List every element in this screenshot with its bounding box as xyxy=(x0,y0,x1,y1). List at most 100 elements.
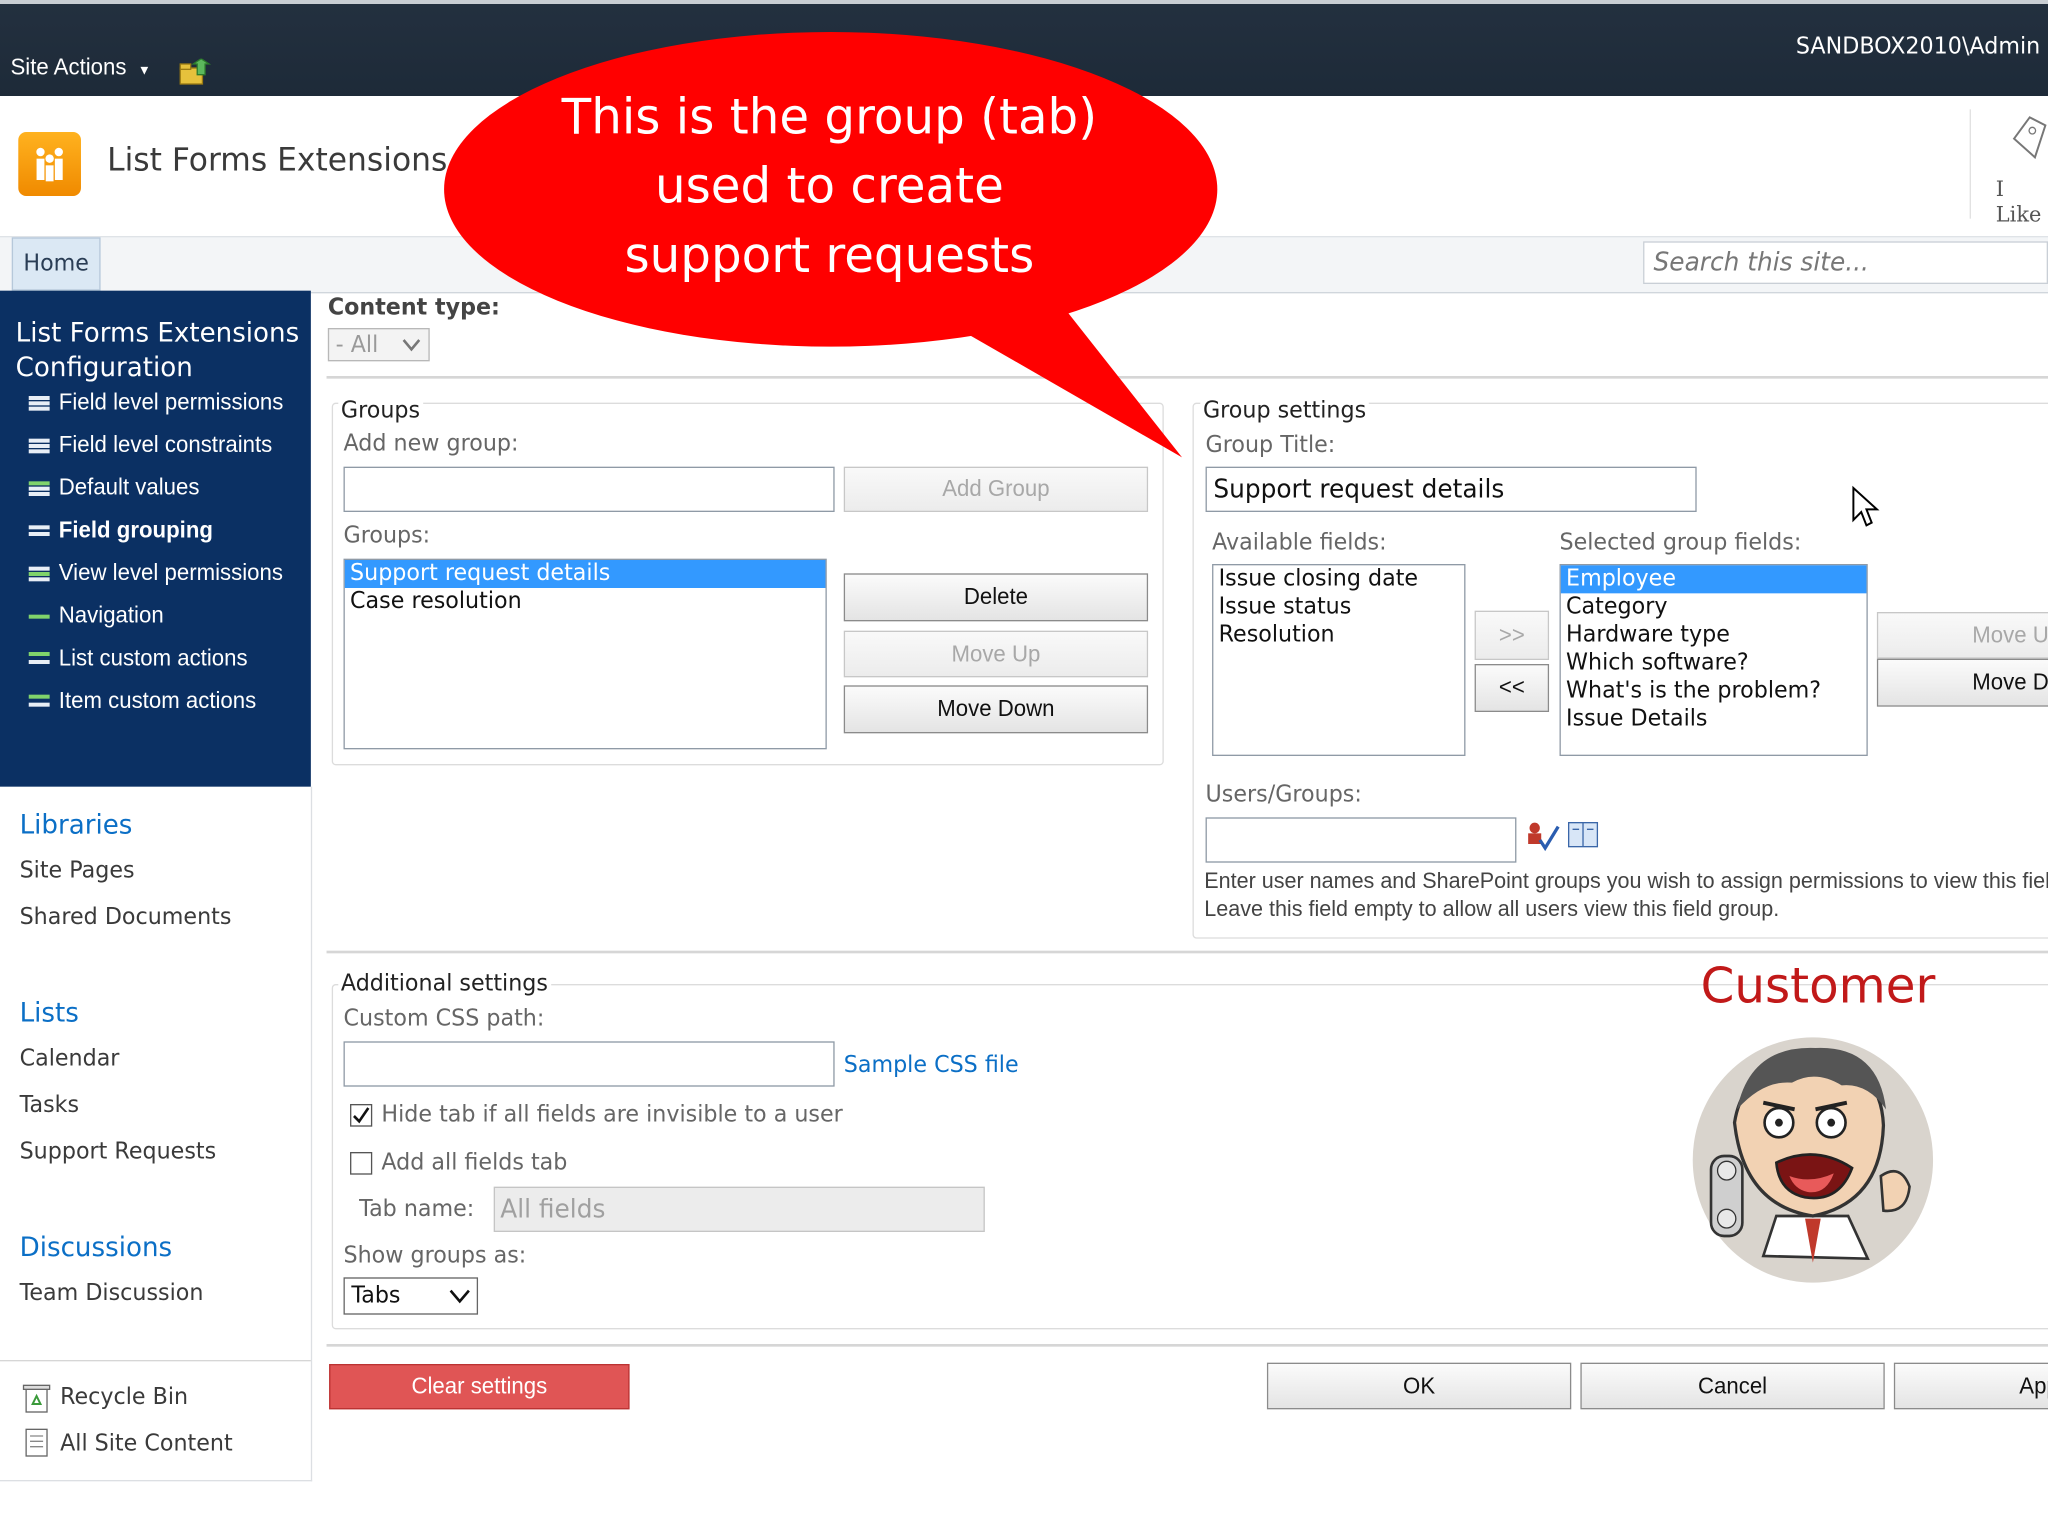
lfe-item-label: View level permissions xyxy=(58,559,283,586)
check-names-icon[interactable] xyxy=(1524,819,1561,854)
available-fields-label: Available fields: xyxy=(1212,529,1387,556)
customer-label: Customer xyxy=(1700,957,1936,1015)
list-item[interactable]: Category xyxy=(1561,593,1867,621)
lfe-item-item-custom-actions[interactable]: Item custom actions xyxy=(26,688,256,715)
ql-item-tasks[interactable]: Tasks xyxy=(20,1092,79,1119)
list-item[interactable]: Issue Details xyxy=(1561,705,1867,733)
selected-fields-listbox[interactable]: Employee Category Hardware type Which so… xyxy=(1559,563,1868,756)
add-all-fields-checkbox[interactable] xyxy=(350,1151,373,1175)
ql-heading-discussions[interactable]: Discussions xyxy=(20,1231,173,1263)
groups-list-label: Groups: xyxy=(343,522,431,550)
lfe-config-title: List Forms Extensions Configuration xyxy=(15,315,300,383)
lfe-item-label: Navigation xyxy=(58,602,164,628)
tag-icon xyxy=(2012,116,2047,160)
show-groups-as-label: Show groups as: xyxy=(343,1242,527,1270)
new-group-input[interactable] xyxy=(343,466,835,512)
cancel-button[interactable]: Cancel xyxy=(1580,1362,1885,1410)
group-title-input[interactable]: Support request details xyxy=(1205,466,1697,512)
lfe-item-default-values[interactable]: Default values xyxy=(26,475,199,502)
grouping-icon xyxy=(26,521,52,540)
ql-item-calendar[interactable]: Calendar xyxy=(20,1045,120,1072)
list-item[interactable]: What's is the problem? xyxy=(1561,677,1867,705)
list-item[interactable]: Employee xyxy=(1560,565,1867,594)
content-type-value: - All xyxy=(335,331,379,359)
users-help-line-1: Enter user names and SharePoint groups y… xyxy=(1204,869,2048,894)
callout-text: This is the group (tab) used to create s… xyxy=(562,83,1098,291)
lfe-item-list-custom-actions[interactable]: List custom actions xyxy=(26,645,248,672)
tab-name-label: Tab name: xyxy=(359,1195,475,1223)
quick-launch-divider xyxy=(0,1359,311,1362)
tab-home[interactable]: Home xyxy=(11,237,101,291)
lfe-item-label: Field grouping xyxy=(58,517,213,543)
site-logo-icon xyxy=(36,147,63,182)
list-item[interactable]: Which software? xyxy=(1561,649,1867,677)
tab-name-input[interactable]: All fields xyxy=(493,1186,985,1232)
quick-launch xyxy=(0,786,313,1482)
lfe-item-label: Field level permissions xyxy=(58,389,284,415)
users-groups-input[interactable] xyxy=(1205,817,1517,863)
ql-heading-lists[interactable]: Lists xyxy=(20,996,79,1028)
list-item[interactable]: Resolution xyxy=(1213,621,1464,649)
ql-item-recycle-bin[interactable]: Recycle Bin xyxy=(60,1384,188,1411)
add-group-button[interactable]: Add Group xyxy=(843,466,1149,512)
available-fields-listbox[interactable]: Issue closing date Issue status Resoluti… xyxy=(1212,563,1466,756)
list-item[interactable]: Support request details xyxy=(344,559,826,588)
view-permissions-icon xyxy=(26,564,52,583)
navigation-icon xyxy=(26,607,52,626)
default-values-icon xyxy=(26,479,52,498)
list-item[interactable]: Issue status xyxy=(1213,593,1464,621)
lfe-item-navigation[interactable]: Navigation xyxy=(26,603,164,630)
add-field-button[interactable]: >> xyxy=(1474,610,1550,660)
content-type-select[interactable]: - All xyxy=(327,327,430,362)
ql-item-site-pages[interactable]: Site Pages xyxy=(20,857,135,884)
lfe-item-field-level-permissions[interactable]: Field level permissions xyxy=(26,389,283,416)
chevron-down-icon: ▼ xyxy=(137,63,151,79)
show-groups-as-select[interactable]: Tabs xyxy=(343,1277,479,1315)
field-move-down-button[interactable]: Move Down xyxy=(1876,658,2048,707)
callout-line: This is the group (tab) xyxy=(561,87,1098,146)
list-item[interactable]: Hardware type xyxy=(1561,621,1867,649)
field-move-up-button[interactable]: Move Up xyxy=(1876,611,2048,659)
ql-item-shared-documents[interactable]: Shared Documents xyxy=(20,904,232,931)
move-down-button[interactable]: Move Down xyxy=(843,685,1149,734)
user-menu[interactable]: SANDBOX2010\Admin xyxy=(1796,33,2040,60)
checkmark-icon xyxy=(353,1107,370,1124)
site-title[interactable]: List Forms Extensions xyxy=(107,141,447,178)
selected-fields-label: Selected group fields: xyxy=(1559,529,1802,556)
move-up-button[interactable]: Move Up xyxy=(843,630,1149,678)
ql-heading-libraries[interactable]: Libraries xyxy=(20,808,133,840)
groups-listbox[interactable]: Support request details Case resolution xyxy=(343,558,827,750)
angry-customer-illustration xyxy=(1692,1037,1934,1283)
custom-css-input[interactable] xyxy=(343,1041,835,1087)
sample-css-link[interactable]: Sample CSS file xyxy=(844,1052,1019,1079)
search-input[interactable]: Search this site... xyxy=(1643,241,2048,284)
ok-button[interactable]: OK xyxy=(1266,1362,1572,1410)
hide-tab-checkbox[interactable] xyxy=(350,1103,373,1127)
list-actions-icon xyxy=(26,649,52,668)
ql-item-support-requests[interactable]: Support Requests xyxy=(20,1139,217,1166)
chevron-down-icon xyxy=(449,1289,470,1304)
apply-button[interactable]: Apply xyxy=(1893,1362,2048,1410)
add-all-fields-label: Add all fields tab xyxy=(381,1149,568,1176)
site-actions-label: Site Actions xyxy=(10,54,127,80)
all-site-content-icon xyxy=(25,1428,48,1457)
ql-item-all-site-content[interactable]: All Site Content xyxy=(60,1431,233,1458)
clear-settings-button[interactable]: Clear settings xyxy=(329,1363,630,1410)
lfe-item-label: Item custom actions xyxy=(58,687,257,714)
remove-field-button[interactable]: << xyxy=(1474,663,1550,712)
lfe-item-field-level-constraints[interactable]: Field level constraints xyxy=(26,432,272,459)
address-book-icon[interactable] xyxy=(1567,820,1599,849)
navigate-up-icon[interactable] xyxy=(179,58,213,86)
site-logo[interactable] xyxy=(18,131,81,196)
ql-item-team-discussion[interactable]: Team Discussion xyxy=(20,1280,204,1307)
lfe-item-label: List custom actions xyxy=(58,645,248,671)
lfe-item-view-level-permissions[interactable]: View level permissions xyxy=(26,560,283,587)
lfe-item-label: Field level constraints xyxy=(58,431,273,458)
lock-list-icon xyxy=(26,393,52,412)
lfe-item-field-grouping[interactable]: Field grouping xyxy=(26,517,213,544)
list-item[interactable]: Issue closing date xyxy=(1213,565,1464,593)
list-item[interactable]: Case resolution xyxy=(345,588,826,616)
site-actions-menu[interactable]: Site Actions ▼ xyxy=(10,55,150,82)
delete-button[interactable]: Delete xyxy=(843,573,1149,622)
i-like-it-label: I Like xyxy=(1995,175,2042,227)
